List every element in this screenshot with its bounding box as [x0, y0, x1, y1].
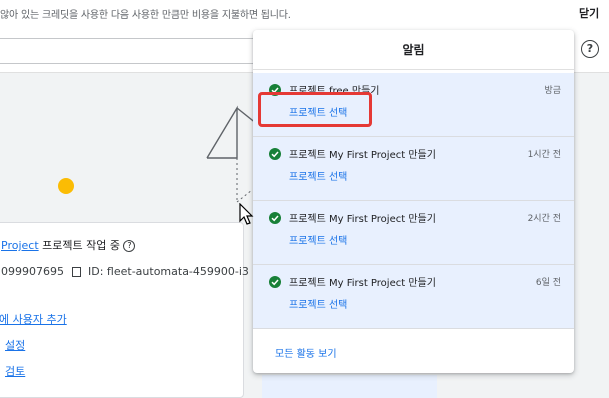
check-circle-icon	[269, 276, 281, 288]
mouse-pointer-icon	[239, 203, 254, 225]
project-id: ID: fleet-automata-459900-i3	[88, 265, 249, 278]
divider	[253, 69, 574, 70]
notification-item: 프로젝트 free 만들기 방금 프로젝트 선택	[253, 73, 574, 137]
yellow-dot	[58, 178, 74, 194]
search-input[interactable]	[0, 38, 258, 64]
project-id-line: 099907695 ID: fleet-automata-459900-i3	[1, 265, 249, 278]
panel-title: 알림	[402, 43, 425, 57]
welcome-illustration	[58, 105, 260, 203]
review-link[interactable]: 검토	[5, 363, 25, 379]
project-number: 099907695	[1, 265, 64, 278]
background-strip	[262, 375, 437, 398]
notification-title: 프로젝트 My First Project 만들기	[289, 150, 436, 161]
select-project-link[interactable]: 프로젝트 선택	[289, 232, 347, 247]
help-circle-icon[interactable]: ?	[581, 40, 599, 58]
notification-time: 6일 전	[535, 278, 561, 288]
paper-plane-shape	[206, 105, 238, 159]
highlight-box	[258, 92, 372, 127]
notification-time: 1시간 전	[527, 150, 561, 160]
notification-time: 방금	[544, 86, 561, 96]
check-circle-icon	[269, 148, 281, 160]
notification-item: 프로젝트 My First Project 만들기 6일 전 프로젝트 선택	[253, 265, 574, 329]
notification-title: 프로젝트 My First Project 만들기	[289, 214, 436, 225]
settings-link[interactable]: 설정	[5, 337, 25, 353]
view-all-activity-link[interactable]: 모든 활동 보기	[275, 345, 337, 360]
notification-time: 2시간 전	[527, 214, 561, 224]
notifications-panel: 알림 프로젝트 free 만들기 방금 프로젝트 선택 프로젝트 My Firs…	[253, 30, 574, 373]
project-status-text: 프로젝트 작업 중	[42, 239, 120, 252]
info-icon[interactable]: ?	[123, 240, 136, 252]
project-status-line: Project 프로젝트 작업 중 ?	[1, 237, 136, 253]
project-card: Project 프로젝트 작업 중 ? 099907695 ID: fleet-…	[0, 222, 249, 398]
select-project-link[interactable]: 프로젝트 선택	[289, 296, 347, 311]
notification-item: 프로젝트 My First Project 만들기 2시간 전 프로젝트 선택	[253, 201, 574, 265]
notification-title: 프로젝트 My First Project 만들기	[289, 278, 436, 289]
close-button[interactable]: 닫기	[579, 5, 599, 21]
add-user-link[interactable]: 에 사용자 추가	[0, 311, 67, 327]
project-link[interactable]: Project	[1, 239, 39, 252]
copy-icon[interactable]	[71, 267, 81, 277]
select-project-link[interactable]: 프로젝트 선택	[289, 168, 347, 183]
info-banner: 않아 있는 크레딧을 사용한 다음 사용한 만큼만 비용을 지불하면 됩니다. …	[0, 0, 609, 29]
banner-text: 않아 있는 크레딧을 사용한 다음 사용한 만큼만 비용을 지불하면 됩니다.	[0, 10, 291, 21]
check-circle-icon	[269, 212, 281, 224]
notification-item: 프로젝트 My First Project 만들기 1시간 전 프로젝트 선택	[253, 137, 574, 201]
